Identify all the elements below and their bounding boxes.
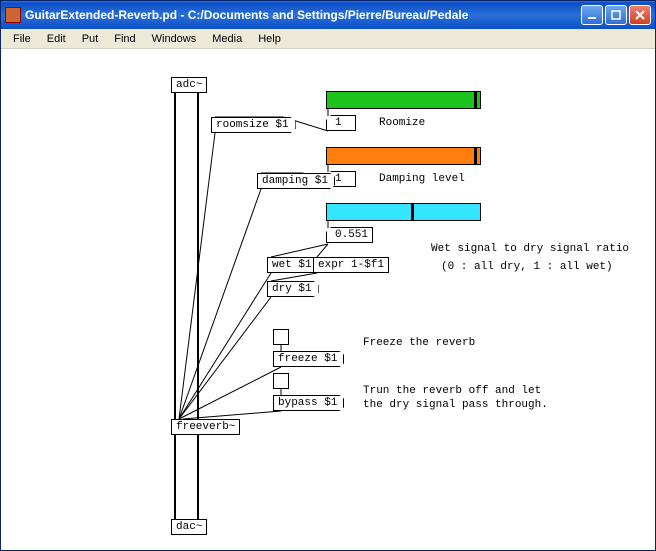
label-roomsize: Roomize (379, 117, 425, 129)
close-button[interactable] (629, 5, 651, 25)
slider-damping-knob (474, 148, 477, 164)
numbox-roomsize[interactable]: 1 (326, 115, 356, 131)
menu-find[interactable]: Find (106, 31, 143, 47)
label-freeze: Freeze the reverb (363, 337, 475, 349)
menu-media[interactable]: Media (204, 31, 250, 47)
msg-bypass[interactable]: bypass $1 (273, 395, 344, 411)
toggle-freeze[interactable] (273, 329, 289, 345)
object-expr[interactable]: expr 1-$f1 (313, 257, 389, 273)
label-wet-1: Wet signal to dry signal ratio (431, 243, 629, 255)
menu-put[interactable]: Put (74, 31, 107, 47)
msg-wet[interactable]: wet $1 (267, 257, 319, 273)
object-dac[interactable]: dac~ (171, 519, 207, 535)
msg-damping[interactable]: damping $1 (257, 173, 335, 189)
menu-edit[interactable]: Edit (39, 31, 74, 47)
titlebar[interactable]: GuitarExtended-Reverb.pd - C:/Documents … (1, 1, 655, 29)
label-damping: Damping level (379, 173, 465, 185)
minimize-button[interactable] (581, 5, 603, 25)
menubar: File Edit Put Find Windows Media Help (1, 29, 655, 49)
label-bypass-2: the dry signal pass through. (363, 399, 548, 411)
app-icon (5, 7, 21, 23)
slider-roomsize-knob (474, 92, 477, 108)
menu-windows[interactable]: Windows (144, 31, 205, 47)
toggle-bypass[interactable] (273, 373, 289, 389)
object-freeverb[interactable]: freeverb~ (171, 419, 240, 435)
slider-wet-knob (411, 204, 414, 220)
patch-canvas[interactable]: adc~ 1 roomsize $1 Roomize 1 damping $1 … (1, 49, 655, 550)
minimize-icon (587, 10, 597, 20)
object-adc[interactable]: adc~ (171, 77, 207, 93)
slider-roomsize[interactable] (326, 91, 481, 109)
close-icon (635, 10, 645, 20)
window-title: GuitarExtended-Reverb.pd - C:/Documents … (25, 8, 581, 22)
maximize-icon (611, 10, 621, 20)
slider-wet[interactable] (326, 203, 481, 221)
menu-help[interactable]: Help (250, 31, 289, 47)
msg-freeze[interactable]: freeze $1 (273, 351, 344, 367)
label-bypass-1: Trun the reverb off and let (363, 385, 541, 397)
menu-file[interactable]: File (5, 31, 39, 47)
slider-damping[interactable] (326, 147, 481, 165)
msg-dry[interactable]: dry $1 (267, 281, 319, 297)
label-wet-2: (0 : all dry, 1 : all wet) (441, 261, 613, 273)
app-window: GuitarExtended-Reverb.pd - C:/Documents … (0, 0, 656, 551)
maximize-button[interactable] (605, 5, 627, 25)
msg-roomsize[interactable]: roomsize $1 (211, 117, 296, 133)
numbox-wet[interactable]: 0.551 (326, 227, 373, 243)
